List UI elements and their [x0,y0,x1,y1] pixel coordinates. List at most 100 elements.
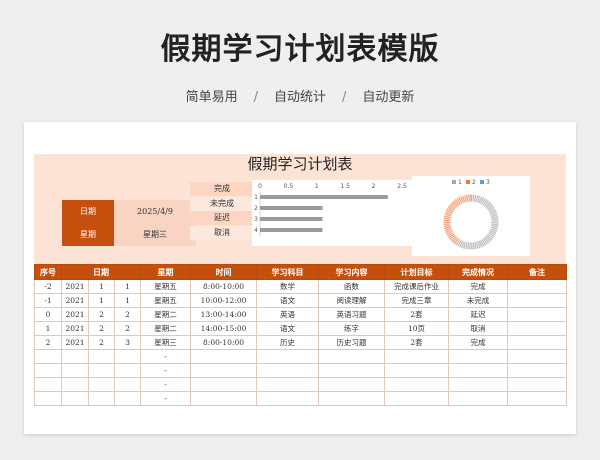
table-cell[interactable] [448,377,509,392]
table-cell[interactable] [448,391,509,406]
table-cell[interactable]: 2套 [384,307,450,322]
table-cell[interactable]: 1 [88,279,115,294]
table-cell[interactable]: 历史 [256,335,320,350]
table-cell[interactable] [61,391,89,406]
table-cell[interactable] [88,363,115,378]
table-cell[interactable] [448,363,509,378]
table-cell[interactable]: 10页 [384,321,450,336]
table-cell[interactable]: 1 [113,279,142,294]
table-cell[interactable]: 2 [113,321,142,336]
table-cell[interactable] [256,377,320,392]
table-cell[interactable]: 1 [88,293,115,308]
table-cell[interactable] [507,335,568,350]
table-cell[interactable]: 2021 [61,307,89,322]
table-cell[interactable]: 未完成 [448,293,509,308]
table-cell[interactable]: - [140,363,192,378]
table-cell[interactable] [88,391,115,406]
table-cell[interactable] [318,377,386,392]
table-cell[interactable] [34,363,62,378]
table-cell[interactable]: 2 [88,307,115,322]
table-cell[interactable]: 8:00-10:00 [190,279,258,294]
table-cell[interactable]: 1 [34,321,62,336]
table-cell[interactable]: 英语习题 [318,307,386,322]
table-cell[interactable]: 练字 [318,321,386,336]
table-cell[interactable] [384,391,450,406]
table-cell[interactable]: 2 [34,335,62,350]
table-cell[interactable]: 3 [113,335,142,350]
table-cell[interactable]: 2 [88,335,115,350]
table-cell[interactable]: 14:00-15:00 [190,321,258,336]
table-cell[interactable]: 星期三 [140,335,192,350]
table-cell[interactable]: 2021 [61,335,89,350]
table-cell[interactable] [113,391,142,406]
table-cell[interactable]: 完成课后作业 [384,279,450,294]
table-cell[interactable]: -2 [34,279,62,294]
table-cell[interactable]: 2021 [61,293,89,308]
table-cell[interactable]: 2 [88,321,115,336]
table-cell[interactable]: 历史习题 [318,335,386,350]
table-cell[interactable] [507,321,568,336]
table-cell[interactable]: 13:00-14:00 [190,307,258,322]
table-cell[interactable]: 8:00-10:00 [190,335,258,350]
table-cell[interactable]: 取消 [448,321,509,336]
table-cell[interactable] [318,391,386,406]
table-cell[interactable]: 数学 [256,279,320,294]
table-cell[interactable] [113,349,142,364]
table-cell[interactable]: 星期五 [140,279,192,294]
table-cell[interactable]: -1 [34,293,62,308]
table-cell[interactable] [318,349,386,364]
table-cell[interactable] [88,377,115,392]
table-cell[interactable] [384,363,450,378]
table-cell[interactable] [507,377,568,392]
table-cell[interactable]: 星期二 [140,321,192,336]
table-cell[interactable] [190,391,258,406]
table-cell[interactable] [256,391,320,406]
table-cell[interactable]: - [140,391,192,406]
table-cell[interactable] [61,377,89,392]
table-cell[interactable]: 延迟 [448,307,509,322]
table-cell[interactable]: 语文 [256,293,320,308]
table-cell[interactable]: 2套 [384,335,450,350]
table-cell[interactable]: - [140,349,192,364]
table-cell[interactable] [190,349,258,364]
table-cell[interactable] [61,349,89,364]
table-cell[interactable] [190,363,258,378]
table-cell[interactable] [113,377,142,392]
table-cell[interactable]: 英语 [256,307,320,322]
table-cell[interactable] [384,377,450,392]
table-cell[interactable] [61,363,89,378]
table-cell[interactable]: 1 [113,293,142,308]
table-cell[interactable] [318,363,386,378]
table-cell[interactable] [256,349,320,364]
table-cell[interactable]: 星期五 [140,293,192,308]
date-value[interactable]: 2025/4/9 [114,200,196,223]
table-cell[interactable] [507,307,568,322]
table-cell[interactable] [507,349,568,364]
table-cell[interactable]: 阅读理解 [318,293,386,308]
table-cell[interactable] [34,349,62,364]
table-cell[interactable]: 10:00-12:00 [190,293,258,308]
table-cell[interactable] [256,363,320,378]
table-cell[interactable] [448,349,509,364]
table-cell[interactable]: 完成 [448,335,509,350]
table-cell[interactable]: 函数 [318,279,386,294]
table-cell[interactable] [34,391,62,406]
table-cell[interactable]: - [140,377,192,392]
table-cell[interactable]: 2 [113,307,142,322]
table-cell[interactable]: 星期二 [140,307,192,322]
table-cell[interactable] [88,349,115,364]
table-cell[interactable]: 2021 [61,321,89,336]
table-cell[interactable] [34,377,62,392]
table-cell[interactable] [507,363,568,378]
table-cell[interactable]: 2021 [61,279,89,294]
table-cell[interactable] [113,363,142,378]
table-cell[interactable] [507,293,568,308]
table-cell[interactable]: 语文 [256,321,320,336]
table-cell[interactable] [190,377,258,392]
table-cell[interactable] [507,391,568,406]
table-cell[interactable]: 0 [34,307,62,322]
table-cell[interactable] [507,279,568,294]
table-cell[interactable] [384,349,450,364]
table-cell[interactable]: 完成三章 [384,293,450,308]
table-cell[interactable]: 完成 [448,279,509,294]
